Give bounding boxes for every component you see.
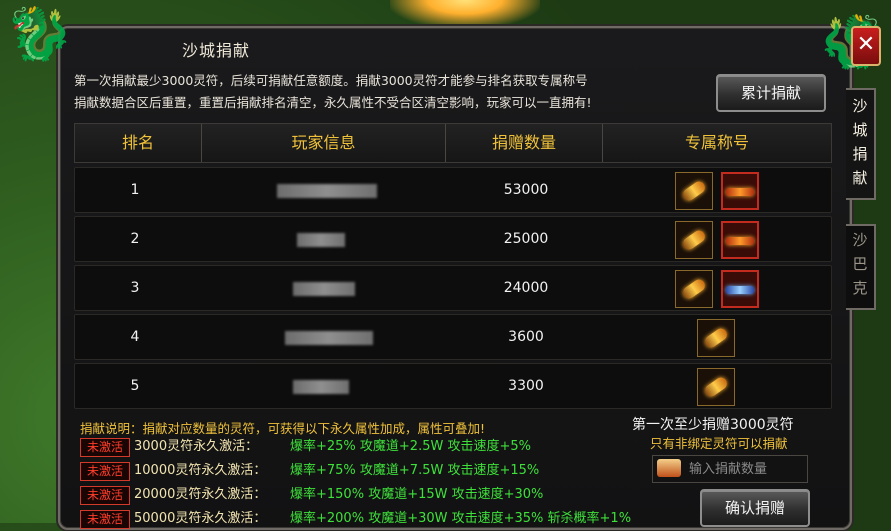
tab-label-char: 捐	[852, 145, 868, 163]
tab-shabake[interactable]: 沙巴克	[846, 224, 876, 310]
table-row: 4 3600	[74, 314, 832, 360]
amount-cell: 24000	[503, 280, 549, 296]
donation-amount-input[interactable]	[687, 457, 807, 481]
inactive-status-badge: 未激活	[80, 438, 130, 457]
background-flame	[390, 0, 540, 28]
player-name-redacted	[277, 184, 377, 198]
red-title-icon[interactable]	[721, 172, 759, 210]
amount-cell: 3600	[508, 329, 544, 345]
inactive-status-badge: 未激活	[80, 486, 130, 505]
inactive-status-badge: 未激活	[80, 462, 130, 481]
gold-title-icon[interactable]	[697, 319, 735, 357]
amount-cell: 53000	[503, 182, 549, 198]
unbound-only-note: 只有非绑定灵符可以捐献	[650, 436, 788, 451]
gold-title-icon[interactable]	[675, 270, 713, 308]
donation-notice: 第一次捐献最少3000灵符，后续可捐献任意额度。捐献3000灵符才能参与排名获取…	[74, 70, 704, 118]
tab-label-char: 献	[852, 169, 868, 187]
rank-cell: 2	[130, 231, 140, 247]
table-row: 5 3300	[74, 363, 832, 409]
header-donation-amount: 捐赠数量	[446, 124, 603, 162]
rank-cell: 5	[130, 378, 140, 394]
title-gem	[702, 375, 730, 399]
tier-attributes: 爆率+200% 攻魔道+30W 攻击速度+35% 斩杀概率+1%	[290, 511, 632, 526]
title-gem	[680, 228, 708, 252]
gold-title-icon[interactable]	[675, 172, 713, 210]
title-gem	[726, 237, 754, 245]
header-player-info: 玩家信息	[202, 124, 446, 162]
gold-title-icon[interactable]	[675, 221, 713, 259]
tab-label-char: 城	[852, 121, 868, 139]
tier-name: 50000灵符永久激活：	[134, 511, 267, 526]
title-gem	[680, 277, 708, 301]
tab-label-char: 沙	[852, 97, 868, 115]
tab-sand-city-donation[interactable]: 沙城捐献	[846, 88, 876, 200]
table-row: 3 24000	[74, 265, 832, 311]
notice-line: 捐献数据合区后重置，重置后捐献排名清空，永久属性不受合区清空影响，玩家可以一直拥…	[74, 95, 592, 110]
rank-cell: 1	[130, 182, 140, 198]
amount-cell: 25000	[503, 231, 549, 247]
donation-description: 捐献说明：捐献对应数量的灵符，可获得以下永久属性加成，属性可叠加!	[80, 421, 486, 436]
rank-cell: 3	[130, 280, 140, 296]
header-exclusive-title: 专属称号	[684, 133, 749, 152]
close-icon: ✕	[856, 32, 876, 57]
donation-amount-field	[652, 455, 808, 483]
tier-name: 10000灵符永久激活：	[134, 463, 267, 478]
ranking-table-header: 排名 玩家信息 捐赠数量 专属称号	[74, 123, 832, 163]
close-button[interactable]: ✕	[851, 26, 881, 66]
confirm-donation-button[interactable]: 确认捐赠	[700, 489, 810, 527]
red-title-icon[interactable]	[721, 221, 759, 259]
tab-label-char: 克	[852, 279, 868, 297]
cumulative-donation-button[interactable]: 累计捐献	[716, 74, 826, 112]
tab-label-char: 巴	[852, 255, 868, 273]
blue-title-icon[interactable]	[721, 270, 759, 308]
talisman-icon	[657, 459, 681, 477]
player-name-redacted	[293, 282, 355, 296]
rank-cell: 4	[130, 329, 140, 345]
title-gem	[726, 286, 754, 294]
tab-label-char: 沙	[852, 231, 868, 249]
tab-label: 沙城捐献	[846, 94, 874, 190]
notice-line: 第一次捐献最少3000灵符，后续可捐献任意额度。捐献3000灵符才能参与排名获取…	[74, 73, 588, 88]
tier-name: 20000灵符永久激活：	[134, 487, 267, 502]
title-gem	[680, 179, 708, 203]
minimum-donation-note: 第一次至少捐赠3000灵符	[632, 417, 794, 433]
red-gold-title-icon[interactable]	[697, 368, 735, 406]
inactive-status-badge: 未激活	[80, 510, 130, 529]
table-row: 2 25000	[74, 216, 832, 262]
window-title: 沙城捐献	[182, 41, 251, 60]
table-row: 1 53000	[74, 167, 832, 213]
tier-attributes: 爆率+75% 攻魔道+7.5W 攻击速度+15%	[290, 463, 540, 478]
tier-attributes: 爆率+25% 攻魔道+2.5W 攻击速度+5%	[290, 439, 531, 454]
player-name-redacted	[285, 331, 373, 345]
tier-attributes: 爆率+150% 攻魔道+15W 攻击速度+30%	[290, 487, 544, 502]
header-rank: 排名	[75, 124, 202, 162]
tab-label: 沙巴克	[846, 228, 874, 300]
player-name-redacted	[293, 380, 349, 394]
title-gem	[726, 188, 754, 196]
title-bar: 沙城捐献	[74, 33, 834, 63]
title-gem	[702, 326, 730, 350]
player-name-redacted	[297, 233, 345, 247]
tier-name: 3000灵符永久激活：	[134, 439, 259, 454]
amount-cell: 3300	[508, 378, 544, 394]
